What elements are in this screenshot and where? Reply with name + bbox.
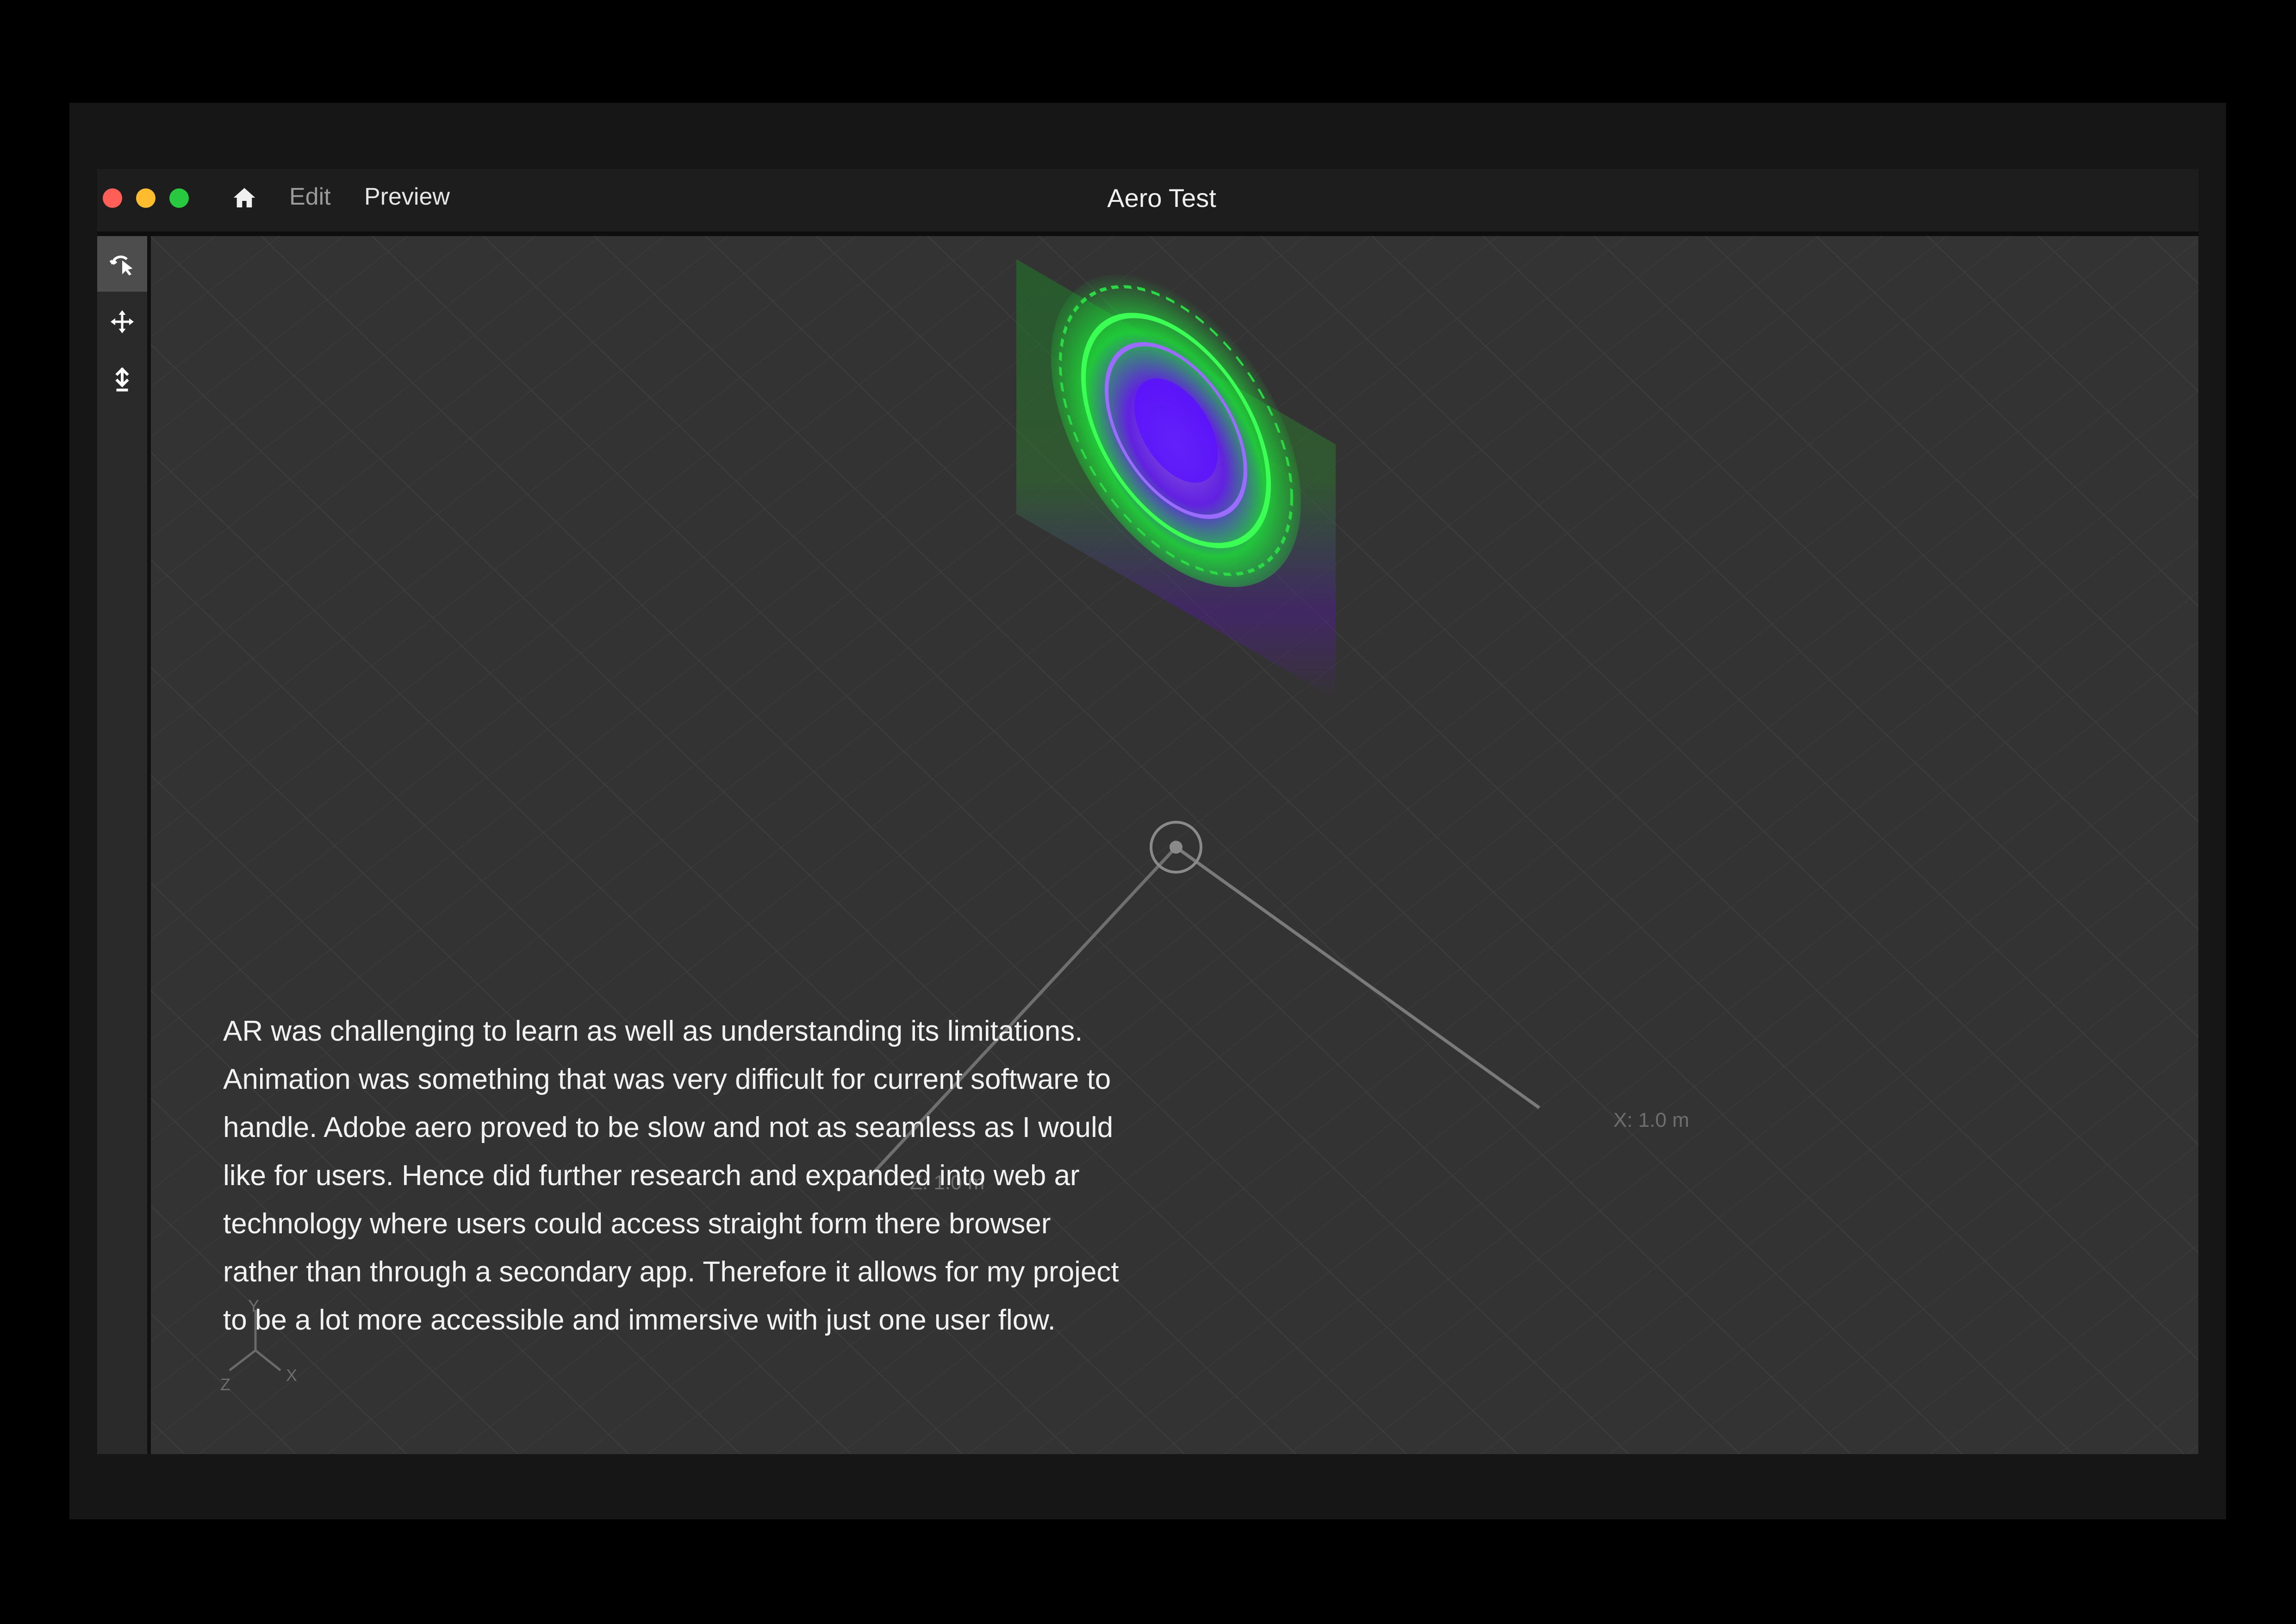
caption-text-block: AR was challenging to learn as well as u… [223,1007,1121,1344]
select-icon [109,256,133,275]
gizmo-z-label: Z [220,1375,230,1394]
minimize-button[interactable] [136,188,156,208]
window-title: Aero Test [1107,183,1216,212]
tool-sidebar [97,236,151,1454]
maximize-button[interactable] [169,188,189,208]
drop-to-ground-icon [115,367,129,392]
select-tool-button[interactable] [97,236,147,292]
drop-tool-button[interactable] [97,352,147,407]
close-button[interactable] [103,188,122,208]
caption-paragraph: AR was challenging to learn as well as u… [223,1015,1119,1336]
move-icon [111,310,134,333]
title-bar: Edit Preview Aero Test [97,169,2198,236]
gizmo-x-label: X [286,1366,298,1385]
home-icon[interactable] [231,185,257,211]
x-axis-label: X: 1.0 m [1613,1109,1689,1131]
menu-preview[interactable]: Preview [364,183,450,211]
menu-edit[interactable]: Edit [289,183,331,211]
move-tool-button[interactable] [97,294,147,350]
